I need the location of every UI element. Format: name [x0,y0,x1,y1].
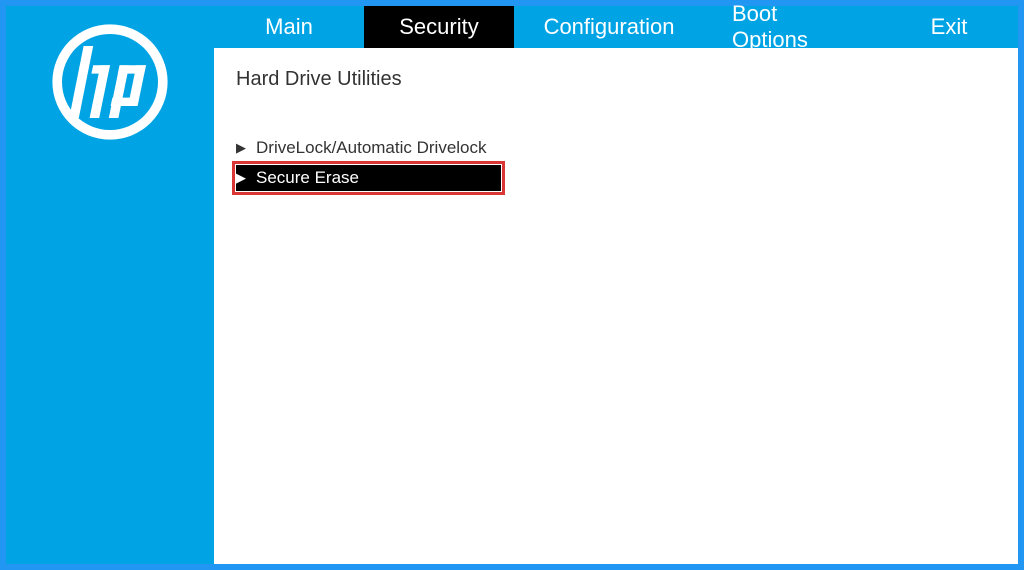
page-title: Hard Drive Utilities [236,68,996,91]
menu-item-label: DriveLock/Automatic Drivelock [256,138,487,158]
arrow-right-icon: ▶ [236,140,252,156]
sidebar [6,6,214,564]
menu-item-drivelock[interactable]: ▶ DriveLock/Automatic Drivelock [236,135,501,161]
bios-screen: Main Security Configuration Boot Options… [6,6,1018,564]
main-area: Main Security Configuration Boot Options… [214,6,1018,564]
tab-exit[interactable]: Exit [884,6,1014,48]
hp-logo-icon [50,22,170,142]
menu-item-label: Secure Erase [256,168,359,188]
tab-security[interactable]: Security [364,6,514,48]
arrow-right-icon: ▶ [236,170,252,186]
menu-list: ▶ DriveLock/Automatic Drivelock ▶ Secure… [236,135,996,191]
tab-main[interactable]: Main [214,6,364,48]
tab-boot-options[interactable]: Boot Options [704,6,884,48]
content-panel: Hard Drive Utilities ▶ DriveLock/Automat… [214,48,1018,564]
tab-bar: Main Security Configuration Boot Options… [214,6,1018,48]
menu-item-secure-erase[interactable]: ▶ Secure Erase [236,165,501,191]
tab-configuration[interactable]: Configuration [514,6,704,48]
